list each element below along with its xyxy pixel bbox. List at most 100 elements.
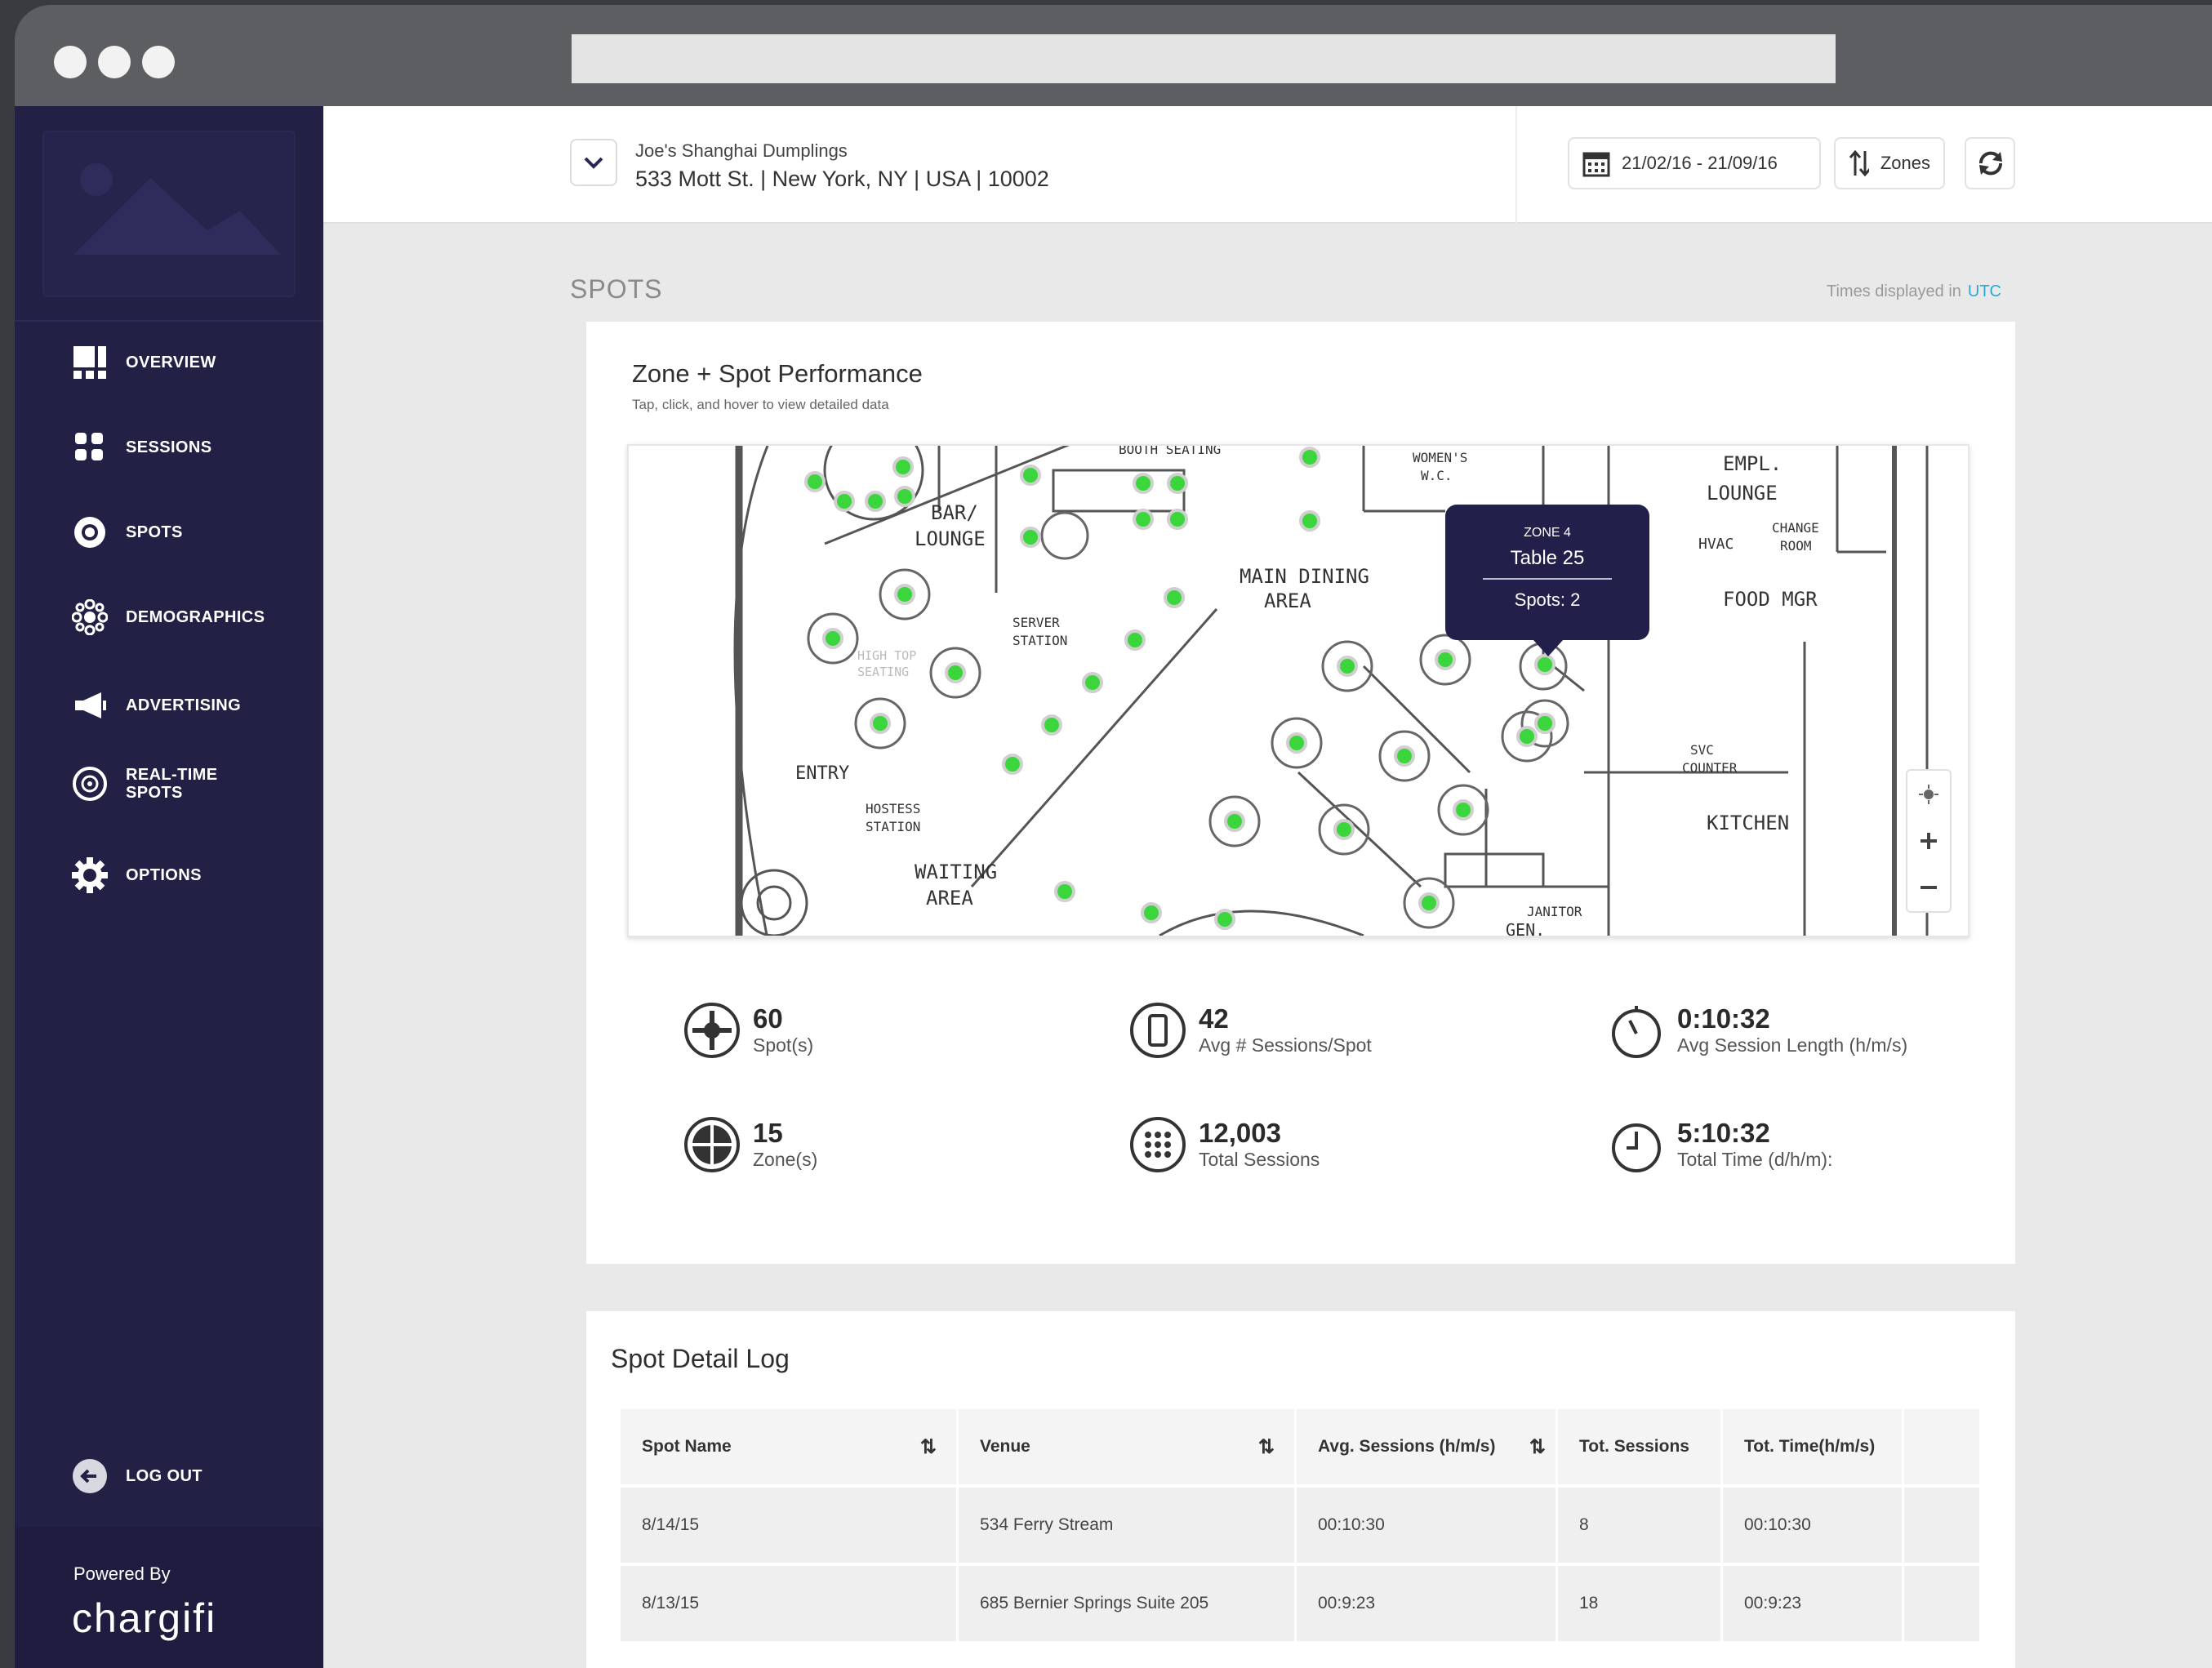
stat-value: 0:10:32 [1677,1003,1770,1034]
map-label: ENTRY [795,763,849,784]
table-cell: 00:10:30 [1297,1488,1558,1563]
column-header-label: Spot Name [642,1437,732,1456]
table-cell [1904,1566,1979,1641]
venue-address: 533 Mott St. | New York, NY | USA | 1000… [635,167,1049,191]
refresh-button[interactable] [1965,137,2015,189]
timezone-link[interactable]: UTC [1968,282,2001,300]
column-header-tot-time[interactable]: Tot. Time(h/m/s) [1723,1409,1904,1484]
zone-spot-performance-card: Zone + Spot Performance Tap, click, and … [586,322,2015,1264]
map-label: KITCHEN [1707,812,1789,834]
gear-icon [72,857,108,893]
stat-label: Total Sessions [1199,1149,1320,1170]
sidebar-item-demographics[interactable]: DEMOGRAPHICS [72,599,265,635]
map-label: MAIN DINING [1240,565,1369,588]
sidebar-item-label: OVERVIEW [126,354,216,371]
stat-total-time: 5:10:32 Total Time (d/h/m): [1607,1115,1832,1174]
logo-placeholder [42,131,296,297]
close-dot[interactable] [54,46,87,78]
table-cell: 685 Bernier Springs Suite 205 [959,1566,1297,1641]
table-row[interactable]: 8/13/15 685 Bernier Springs Suite 205 00… [621,1566,1979,1641]
floor-plan-drawing: BAR/ LOUNGE MAIN DINING AREA EMPL. LOUNG… [733,446,1929,937]
zoom-out-icon[interactable] [1919,878,1938,897]
sidebar-item-spots[interactable]: SPOTS [72,514,183,550]
map-label: FOOD MGR [1723,588,1818,611]
map-label: HOSTESS [866,801,920,816]
table-cell: 534 Ferry Stream [959,1488,1297,1563]
tooltip-divider [1483,578,1612,580]
stat-zones: 15 Zone(s) [683,1115,817,1174]
stat-avg-sessions: 42 Avg # Sessions/Spot [1128,1001,1372,1060]
sort-icon[interactable]: ⇅ [920,1435,937,1459]
table-cell: 00:9:23 [1723,1566,1904,1641]
zones-label: Zones [1880,153,1930,173]
stat-label: Total Time (d/h/m): [1677,1149,1833,1170]
sidebar-divider [15,320,323,322]
map-label: CHANGE [1772,520,1819,536]
brand-logo: chargifi [72,1595,217,1641]
date-range-button[interactable]: 21/02/16 - 21/09/16 [1568,137,1821,189]
stat-value: 5:10:32 [1677,1118,1770,1148]
main-content: Joe's Shanghai Dumplings 533 Mott St. | … [323,106,2212,1668]
timezone-note: Times displayed in UTC [1827,282,2001,301]
stat-label: Avg Session Length (h/m/s) [1677,1034,1908,1056]
table-cell: 00:10:30 [1723,1488,1904,1563]
sidebar-item-overview[interactable]: OVERVIEW [72,345,216,380]
map-label: COUNTER [1682,760,1738,776]
map-label: WOMEN'S [1413,450,1467,465]
sidebar-item-realtime-spots[interactable]: REAL-TIME SPOTS [72,766,224,802]
address-bar[interactable] [572,34,1836,83]
table-row[interactable]: 8/14/15 534 Ferry Stream 00:10:30 8 00:1… [621,1488,1979,1563]
map-label: LOUNGE [915,527,986,550]
map-label: HIGH TOP [857,648,916,663]
calendar-icon [1582,152,1610,177]
table-cell: 8 [1558,1488,1723,1563]
refresh-icon [1978,151,2003,176]
column-header-label: Venue [980,1437,1030,1456]
sidebar-item-label: OPTIONS [126,866,202,884]
zoom-in-icon[interactable] [1919,831,1938,851]
map-label: STATION [866,819,920,834]
page-title: SPOTS [570,274,663,304]
column-header-spot-name[interactable]: Spot Name ⇅ [621,1409,959,1484]
map-label: AREA [1264,589,1311,612]
column-header-tot-sessions[interactable]: Tot. Sessions [1558,1409,1723,1484]
sort-icon[interactable]: ⇅ [1258,1435,1275,1459]
logout-button[interactable]: LOG OUT [72,1458,203,1494]
spot-detail-log-card: Spot Detail Log Spot Name ⇅ Venue ⇅ Avg. S… [586,1311,2015,1668]
zone-globe-icon [684,1117,740,1172]
phone-icon [1130,1003,1186,1058]
stat-value: 12,003 [1199,1118,1281,1148]
sidebar-item-sessions[interactable]: SESSIONS [72,429,211,465]
overview-grid-icon [72,345,108,380]
sort-icon[interactable]: ⇅ [1529,1435,1546,1459]
demographics-icon [72,599,108,635]
sessions-icon [72,429,108,465]
zones-button[interactable]: Zones [1834,137,1945,189]
maximize-dot[interactable] [142,46,175,78]
map-label: HVAC [1698,536,1734,553]
column-header-venue[interactable]: Venue ⇅ [959,1409,1297,1484]
minimize-dot[interactable] [98,46,131,78]
floor-plan-map[interactable]: BAR/ LOUNGE MAIN DINING AREA EMPL. LOUNG… [627,444,1969,937]
map-zoom-controls [1906,769,1952,913]
venue-dropdown-button[interactable] [570,139,617,186]
sidebar-item-options[interactable]: OPTIONS [72,857,202,893]
map-label: JANITOR [1527,904,1582,919]
stat-label: Spot(s) [753,1034,814,1056]
table-cell: 8/13/15 [621,1566,959,1641]
tooltip-table: Table 25 [1510,547,1585,569]
map-label: AREA [926,887,973,910]
stopwatch-icon [1612,1006,1661,1058]
column-header-label: Tot. Sessions [1579,1437,1689,1456]
column-header-avg-sessions[interactable]: Avg. Sessions (h/m/s) ⇅ [1297,1409,1558,1484]
sidebar: OVERVIEW SESSIONS SPOTS DEMOGRAPHICS ADV… [15,106,323,1668]
map-label: LOUNGE [1707,482,1778,505]
map-label: SVC [1690,742,1714,758]
table-cell [1904,1488,1979,1563]
locate-icon[interactable] [1919,784,1938,804]
megaphone-icon [72,687,108,723]
sidebar-item-advertising[interactable]: ADVERTISING [72,687,241,723]
logout-arrow-icon [72,1458,108,1494]
map-label: GEN. [1506,920,1545,937]
timezone-prefix: Times displayed in [1827,282,1961,300]
